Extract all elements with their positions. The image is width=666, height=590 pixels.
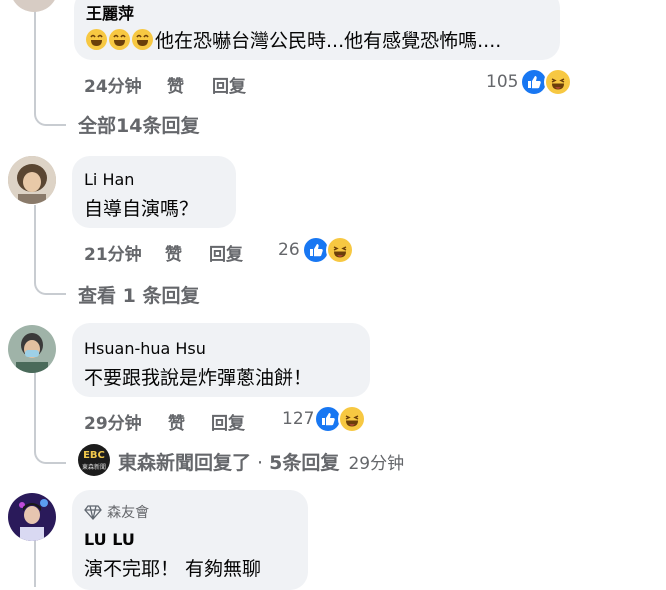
comment-time[interactable]: 24分钟 <box>84 72 142 97</box>
avatar[interactable] <box>8 156 56 204</box>
grinning-emoji-icon <box>132 29 153 50</box>
comment-author[interactable]: 王麗萍 <box>86 0 134 24</box>
avatar[interactable] <box>8 325 56 373</box>
comment-actions: 29分钟 赞 回复 <box>84 409 284 434</box>
like-button[interactable]: 赞 <box>165 240 182 265</box>
reaction-count[interactable]: 105 <box>486 72 518 92</box>
fan-badge-label: 森友會 <box>107 505 150 521</box>
haha-icon <box>338 405 366 433</box>
view-replies-link[interactable]: 查看 1 条回复 <box>78 281 199 308</box>
like-button[interactable]: 赞 <box>167 72 184 97</box>
reply-summary-count[interactable]: 5条回复 <box>269 452 339 474</box>
grinning-emoji-icon <box>109 29 130 50</box>
comment-bubble: Hsuan-hua Hsu 不要跟我說是炸彈蔥油餅！ <box>72 323 370 397</box>
reply-summary-link[interactable]: 東森新聞回复了 · 5条回复 29分钟 <box>118 448 404 475</box>
haha-icon <box>544 68 572 96</box>
view-replies-link[interactable]: 全部14条回复 <box>78 111 199 138</box>
comment-text: 自導自演嗎？ <box>84 198 199 220</box>
page-logo-text: EBC <box>83 450 105 461</box>
comment-time[interactable]: 21分钟 <box>84 240 142 265</box>
thread-line <box>34 538 36 587</box>
fan-badge: 森友會 <box>84 502 149 524</box>
reply-summary-separator: · <box>251 452 270 474</box>
comment-author[interactable]: LU LU <box>84 530 135 549</box>
reply-button[interactable]: 回复 <box>211 409 245 434</box>
thread-line <box>34 205 66 295</box>
comment-text-body: 他在恐嚇台灣公民時...他有感覺恐怖嗎.... <box>155 30 502 52</box>
comment-bubble: 森友會 LU LU 演不完耶！ 有夠無聊 <box>72 490 308 590</box>
page-logo-subtext: 東森新聞 <box>81 464 106 471</box>
comment-text: 不要跟我說是炸彈蔥油餅！ <box>84 367 313 389</box>
comment-time[interactable]: 29分钟 <box>84 409 142 434</box>
thread-line <box>34 372 66 464</box>
reply-summary-page[interactable]: 東森新聞回复了 <box>118 452 251 474</box>
comment-author[interactable]: Hsuan-hua Hsu <box>84 339 206 358</box>
comment-text: 演不完耶！ 有夠無聊 <box>84 558 262 580</box>
comment-author[interactable]: Li Han <box>84 170 134 189</box>
reaction-count[interactable]: 127 <box>282 409 314 429</box>
reply-button[interactable]: 回复 <box>212 72 246 97</box>
comment-bubble: 王麗萍 他在恐嚇台灣公民時...他有感覺恐怖嗎.... <box>74 0 560 60</box>
thread-line <box>34 96 66 126</box>
reply-button[interactable]: 回复 <box>209 240 243 265</box>
page-avatar[interactable]: EBC 東森新聞 <box>78 444 110 476</box>
comment-actions: 24分钟 赞 回复 <box>84 72 284 97</box>
comment-text: 他在恐嚇台灣公民時...他有感覺恐怖嗎.... <box>86 26 501 53</box>
haha-icon <box>326 236 354 264</box>
comment-actions: 21分钟 赞 回复 <box>84 240 284 265</box>
avatar[interactable] <box>8 493 56 541</box>
diamond-badge-icon <box>84 504 102 524</box>
grinning-emoji-icon <box>86 29 107 50</box>
like-button[interactable]: 赞 <box>168 409 185 434</box>
reaction-count[interactable]: 26 <box>278 240 300 260</box>
comment-bubble: Li Han 自導自演嗎？ <box>72 156 236 228</box>
thread-line <box>34 0 36 110</box>
avatar[interactable] <box>10 0 58 12</box>
reply-summary-time: 29分钟 <box>348 454 405 474</box>
